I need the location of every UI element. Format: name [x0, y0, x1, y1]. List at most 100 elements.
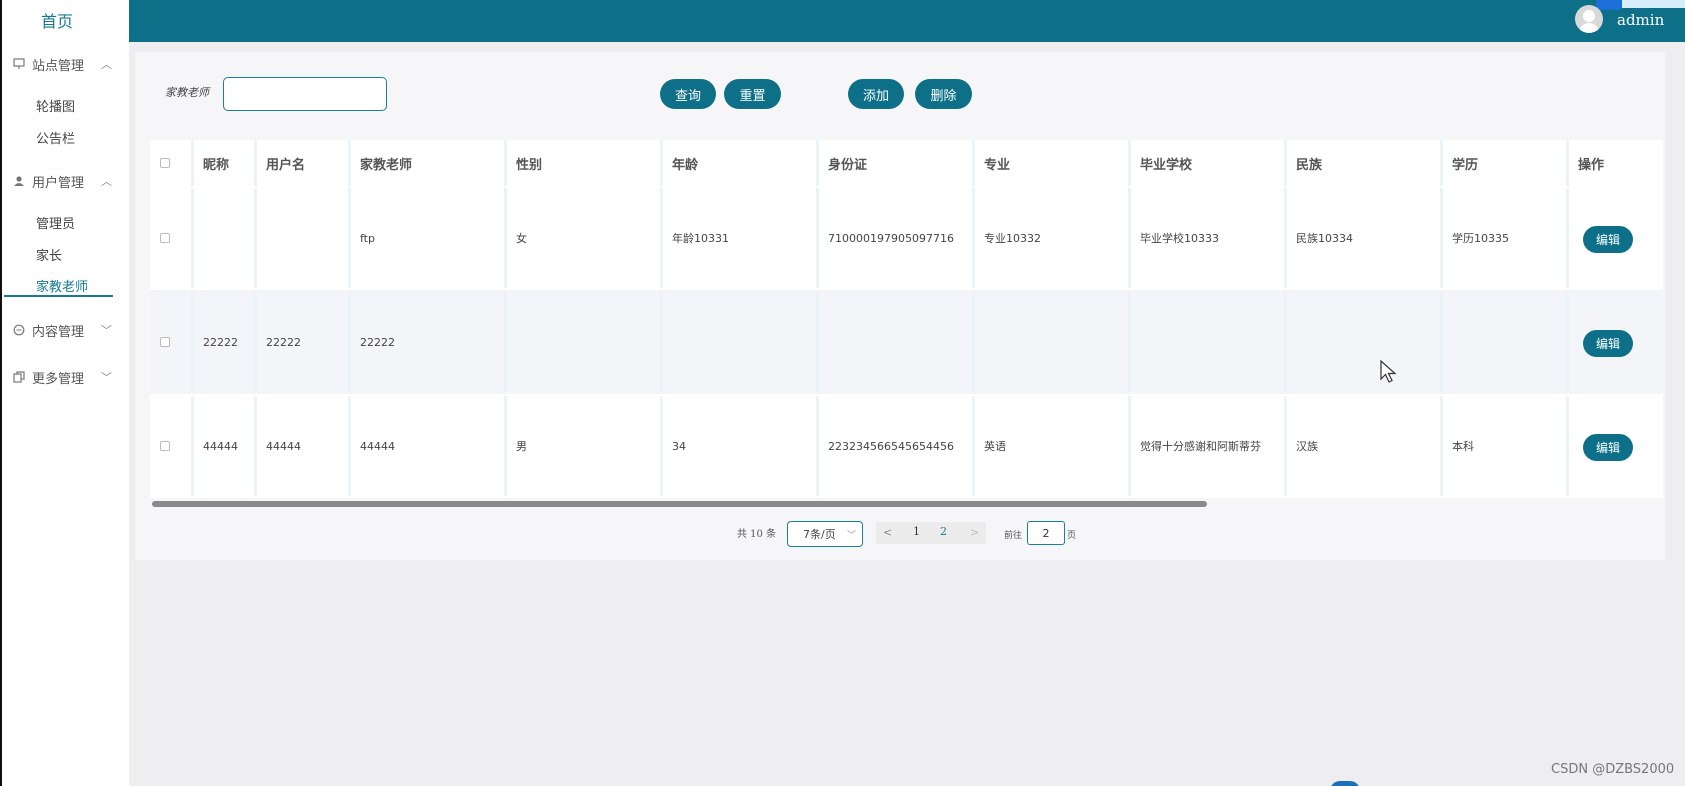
cell-age: 34 [663, 396, 819, 496]
cell-school: 觉得十分感谢和阿斯蒂芬 [1131, 396, 1287, 496]
menu-group-more[interactable]: 更多管理 ﹀ [12, 365, 116, 389]
row-checkbox[interactable] [160, 337, 170, 347]
col-header: 专业 [975, 140, 1131, 186]
goto-label: 前往 [1004, 531, 1023, 541]
col-header: 年龄 [663, 140, 819, 186]
row-checkbox-cell[interactable] [150, 396, 194, 496]
search-label: 家教老师 [165, 86, 209, 99]
cell-age [663, 292, 819, 392]
horizontal-scrollbar[interactable] [152, 501, 1207, 507]
monitor-icon [12, 57, 26, 71]
sidebar-item-tutors[interactable]: 家教老师 [36, 276, 88, 295]
prev-page-icon[interactable]: < [883, 526, 892, 539]
notification-badge [1596, 0, 1622, 10]
cell-idcard [819, 292, 975, 392]
cell-teacher: ftp [351, 188, 507, 288]
col-header: 身份证 [819, 140, 975, 186]
cell-nickname: 22222 [194, 292, 257, 392]
chevron-down-icon: ﹀ [101, 371, 112, 384]
sidebar-item-notice[interactable]: 公告栏 [36, 128, 75, 147]
user-icon [12, 174, 26, 188]
active-item-indicator [4, 295, 113, 297]
cell-teacher: 44444 [351, 396, 507, 496]
col-header: 用户名 [257, 140, 351, 186]
chevron-down-icon: ﹀ [101, 324, 112, 337]
cell-nickname [194, 188, 257, 288]
col-header: 民族 [1287, 140, 1443, 186]
sidebar-item-admins[interactable]: 管理员 [36, 213, 75, 232]
chevron-up-icon: ︿ [101, 58, 112, 71]
cell-ethnic: 民族10334 [1287, 188, 1443, 288]
total-count: 共 10 条 [737, 529, 777, 540]
chat-icon [12, 323, 26, 337]
col-header: 性别 [507, 140, 663, 186]
cell-gender: 女 [507, 188, 663, 288]
cell-major: 专业10332 [975, 188, 1131, 288]
username-label[interactable]: admin [1617, 11, 1664, 29]
sidebar-home-link[interactable]: 首页 [2, 8, 112, 32]
cell-education: 学历10335 [1443, 188, 1569, 288]
edit-button[interactable]: 编辑 [1583, 226, 1633, 253]
cell-username [257, 188, 351, 288]
menu-group-content[interactable]: 内容管理 ﹀ [12, 318, 116, 342]
header-checkbox-cell[interactable] [150, 140, 194, 186]
cell-nickname: 44444 [194, 396, 257, 496]
edit-button[interactable]: 编辑 [1583, 434, 1633, 461]
cell-school: 毕业学校10333 [1131, 188, 1287, 288]
sidebar-item-carousel[interactable]: 轮播图 [36, 96, 75, 115]
floating-widget[interactable] [1330, 781, 1360, 786]
col-header: 学历 [1443, 140, 1569, 186]
cell-ethnic: 汉族 [1287, 396, 1443, 496]
goto-page-input[interactable]: 2 [1027, 521, 1065, 545]
next-page-icon[interactable]: > [970, 526, 979, 539]
copy-icon [12, 370, 26, 384]
row-checkbox-cell[interactable] [150, 188, 194, 288]
edit-button[interactable]: 编辑 [1583, 330, 1633, 357]
cell-gender [507, 292, 663, 392]
cell-education [1443, 292, 1569, 392]
top-header [129, 0, 1685, 42]
row-checkbox[interactable] [160, 233, 170, 243]
add-button[interactable]: 添加 [848, 79, 904, 109]
sidebar: 首页 站点管理 ︿ 轮播图 公告栏 用户管理 ︿ 管理员 家长 家教老师 内容管… [0, 0, 129, 786]
query-button[interactable]: 查询 [660, 79, 716, 109]
cell-username: 22222 [257, 292, 351, 392]
cell-major: 英语 [975, 396, 1131, 496]
cell-idcard: 223234566545654456 [819, 396, 975, 496]
menu-group-label: 站点管理 [32, 58, 85, 74]
menu-group-users[interactable]: 用户管理 ︿ [12, 169, 116, 193]
page-size-select[interactable]: 7条/页 ﹀ [787, 521, 863, 547]
menu-group-label: 内容管理 [32, 324, 85, 340]
row-checkbox[interactable] [160, 441, 170, 451]
data-table: 昵称 用户名 家教老师 性别 年龄 身份证 专业 毕业学校 民族 学历 操作 f… [150, 140, 1663, 502]
row-checkbox-cell[interactable] [150, 292, 194, 392]
cell-ethnic [1287, 292, 1443, 392]
corner-tip [1622, 0, 1685, 8]
col-header: 家教老师 [351, 140, 507, 186]
menu-group-label: 用户管理 [32, 175, 85, 191]
cell-school [1131, 292, 1287, 392]
menu-group-site[interactable]: 站点管理 ︿ [12, 52, 116, 76]
cell-major [975, 292, 1131, 392]
cell-idcard: 710000197905097716 [819, 188, 975, 288]
page-number[interactable]: 1 [913, 525, 920, 538]
cell-gender: 男 [507, 396, 663, 496]
col-header: 昵称 [194, 140, 257, 186]
cell-username: 44444 [257, 396, 351, 496]
col-header: 操作 [1569, 140, 1663, 186]
page-suffix: 页 [1067, 531, 1077, 541]
sidebar-item-parents[interactable]: 家长 [36, 245, 62, 264]
cell-teacher: 22222 [351, 292, 507, 392]
chevron-down-icon: ﹀ [846, 531, 856, 541]
page-size-value: 7条/页 [803, 528, 836, 541]
cell-age: 年龄10331 [663, 188, 819, 288]
reset-button[interactable]: 重置 [724, 79, 781, 109]
chevron-up-icon: ︿ [101, 175, 112, 188]
select-all-checkbox[interactable] [160, 158, 170, 168]
avatar[interactable] [1575, 5, 1603, 33]
search-input[interactable] [223, 77, 387, 111]
watermark: CSDN @DZBS2000 [1551, 762, 1675, 777]
delete-button[interactable]: 删除 [915, 79, 972, 109]
page-number-active[interactable]: 2 [940, 525, 947, 538]
mouse-cursor-icon [1380, 360, 1397, 383]
